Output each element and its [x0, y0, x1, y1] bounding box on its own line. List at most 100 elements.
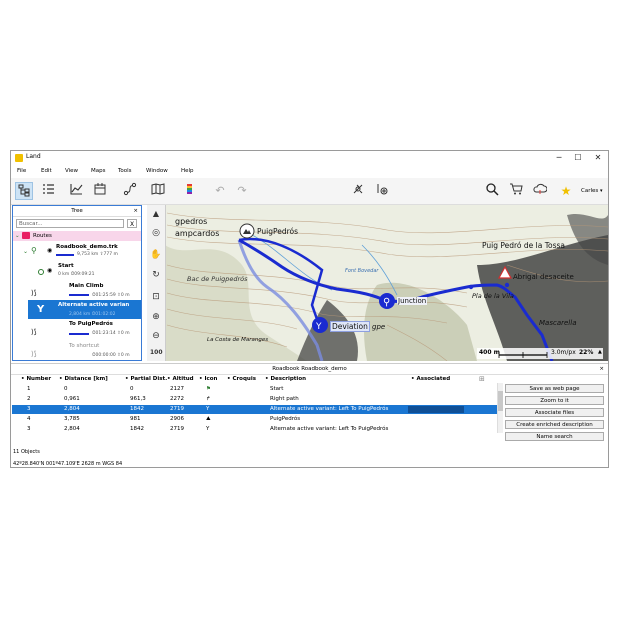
- menu-tools[interactable]: Tools: [118, 168, 132, 174]
- user-menu[interactable]: Carles: [581, 188, 598, 194]
- hand-pan-icon[interactable]: ✋: [150, 249, 162, 261]
- expand-icon[interactable]: ⌄: [15, 233, 20, 239]
- section-route-icon: ⟩⟆: [31, 328, 37, 336]
- tree-item-start: Start: [58, 263, 74, 269]
- compass-icon[interactable]: ◎: [150, 227, 162, 239]
- favorite-star-icon[interactable]: ★: [557, 182, 575, 200]
- zoom-percent-label: 22%: [579, 349, 594, 356]
- zoom-dropdown-icon[interactable]: ▲: [598, 349, 602, 355]
- rotate-icon[interactable]: ↻: [150, 269, 162, 281]
- column-altitude[interactable]: • Altitud: [167, 376, 194, 382]
- maximize-button[interactable]: ☐: [571, 152, 585, 164]
- resolution-label: 3.0m/px: [551, 349, 576, 356]
- search-icon[interactable]: [483, 182, 501, 200]
- tree-item-to-puigpedros-stats: ⏱01:23:14 ⇧0 m: [92, 331, 130, 336]
- map-label-junction[interactable]: Junction: [397, 297, 428, 305]
- map-icon[interactable]: [149, 182, 167, 200]
- cart-icon[interactable]: [507, 182, 525, 200]
- profile-chart-icon[interactable]: [67, 182, 85, 200]
- map-label-abrigal: Abrigal desaceite: [513, 273, 574, 281]
- name-search-button[interactable]: Name search: [505, 432, 604, 441]
- undo-icon[interactable]: ↶: [211, 182, 229, 200]
- track-expand-icon[interactable]: ⌄: [23, 248, 28, 255]
- track-type-icon: ⚲: [31, 246, 37, 255]
- visibility-eye-icon[interactable]: ◉: [47, 247, 52, 254]
- associate-files-button[interactable]: Associate files: [505, 408, 604, 417]
- menu-window[interactable]: Window: [146, 168, 168, 174]
- fork-icon: Y: [206, 406, 210, 412]
- column-partial[interactable]: • Partial Dist.: [125, 376, 167, 382]
- tree-close-button[interactable]: ×: [133, 206, 138, 216]
- visibility-eye-icon[interactable]: ◉: [47, 267, 52, 274]
- minimize-button[interactable]: ─: [552, 152, 566, 164]
- zoom-area-icon[interactable]: ⊡: [150, 291, 162, 303]
- app-window: Land ─ ☐ ✕ File Edit View Maps Tools Win…: [10, 150, 609, 468]
- menu-file[interactable]: File: [17, 168, 26, 174]
- scrollbar-thumb[interactable]: [498, 391, 503, 411]
- roadbook-close-button[interactable]: ×: [599, 364, 604, 374]
- menu-edit[interactable]: Edit: [41, 168, 52, 174]
- roadbook-header: Roadbook Roadbook_demo ×: [11, 363, 608, 375]
- tree-panel: Tree × Buscar... X ⌄ Routes ⌄ ⚲ ◉ Roadbo…: [12, 205, 142, 361]
- map-label-costa-maranges: La Costa de Maranges: [207, 337, 269, 343]
- zoom-to-it-button[interactable]: Zoom to it: [505, 396, 604, 405]
- map-label-deviation[interactable]: Deviation: [330, 321, 370, 332]
- status-coordinates: 42º28.840'N 001º47.109'E 2628 m WGS 84: [13, 461, 123, 467]
- calendar-icon[interactable]: [91, 182, 109, 200]
- tree-view-icon[interactable]: [15, 182, 33, 200]
- menu-view[interactable]: View: [65, 168, 78, 174]
- tree-item-main-climb: Main Climb: [69, 283, 104, 289]
- close-button[interactable]: ✕: [591, 152, 605, 164]
- svg-text:⚲: ⚲: [383, 297, 390, 308]
- list-view-icon[interactable]: [39, 182, 57, 200]
- column-number[interactable]: • Number: [21, 376, 51, 382]
- roadbook-scrollbar[interactable]: [497, 383, 503, 433]
- tree-item-to-shortcut-stats: ⏱00:00:00 ⇧0 m: [92, 353, 130, 358]
- routes-folder-icon: [22, 232, 30, 239]
- menu-maps[interactable]: Maps: [91, 168, 105, 174]
- route-add-icon[interactable]: [373, 182, 391, 200]
- tree-header: Tree ×: [13, 206, 141, 217]
- table-row-selected[interactable]: 3 2,804 1842 2719 Y Alternate active var…: [12, 405, 497, 414]
- map-label-puig-pedro-tossa: Puig Pedró de la Tossa: [482, 241, 566, 250]
- map-label-bac-puigpedros: Bac de Puigpedrós: [187, 275, 248, 283]
- summit-icon: ⛰: [206, 416, 211, 422]
- main-climb-swatch: [69, 294, 89, 296]
- column-icon[interactable]: • Icon: [199, 376, 217, 382]
- tree-search-input[interactable]: Buscar...: [16, 219, 124, 228]
- chevron-down-icon[interactable]: ▾: [600, 188, 603, 194]
- tree-item-alternate-stats: 2,804 km ⏱01:02:02: [69, 312, 116, 317]
- column-croquis[interactable]: • Croquis: [227, 376, 256, 382]
- table-row[interactable]: 1 0 0 2127 ⚑ Start: [12, 385, 497, 394]
- zoom-out-icon[interactable]: ⊖: [150, 330, 162, 342]
- map-label-ampcardos: ampcardos: [175, 229, 220, 238]
- redo-icon[interactable]: ↷: [233, 182, 251, 200]
- turn-right-icon: ↱: [206, 396, 211, 402]
- save-web-page-button[interactable]: Save as web page: [505, 384, 604, 393]
- create-enriched-description-button[interactable]: Create enriched description: [505, 420, 604, 429]
- table-row[interactable]: 2 0,961 961,3 2272 ↱ Right path: [12, 395, 497, 404]
- zoom-100-button[interactable]: 100: [150, 347, 163, 359]
- tree-item-to-shortcut: To shortcut: [69, 343, 100, 349]
- route-tool-icon[interactable]: [121, 182, 139, 200]
- column-description[interactable]: • Description: [265, 376, 306, 382]
- gps-device-icon[interactable]: [349, 182, 367, 200]
- section-route-icon: ⟩⟆: [31, 350, 37, 358]
- map-view[interactable]: ⚲ Y ▲ ◎ ✋ ↻ ⊡ ⊕ ⊖ 100 gpedros ampcardos …: [147, 205, 608, 361]
- section-route-icon: ⟩⟆: [31, 289, 37, 297]
- tree-search-clear-button[interactable]: X: [127, 219, 137, 228]
- color-layers-icon[interactable]: [181, 182, 199, 200]
- map-label-pla-de-la-vila: Pla de la Vila: [472, 292, 514, 300]
- column-settings-icon[interactable]: ⊞: [479, 375, 485, 383]
- zoom-in-icon[interactable]: ⊕: [150, 311, 162, 323]
- cloud-sync-icon[interactable]: [531, 182, 549, 200]
- table-row[interactable]: 4 3,785 981 2906 ⛰ PuigPedrós: [12, 415, 497, 424]
- column-distance[interactable]: • Distance [km]: [59, 376, 108, 382]
- roadbook-panel: Roadbook Roadbook_demo × • Number • Dist…: [11, 363, 608, 458]
- menu-help[interactable]: Help: [181, 168, 194, 174]
- map-tools: ▲ ◎ ✋ ↻ ⊡ ⊕ ⊖ 100: [147, 205, 166, 361]
- table-row[interactable]: 3 2,804 1842 2719 Y Alternate active var…: [12, 425, 497, 434]
- north-arrow-icon[interactable]: ▲: [150, 208, 162, 220]
- column-associated[interactable]: • Associated: [411, 376, 450, 382]
- map-label-gpedros: gpedros: [175, 217, 208, 226]
